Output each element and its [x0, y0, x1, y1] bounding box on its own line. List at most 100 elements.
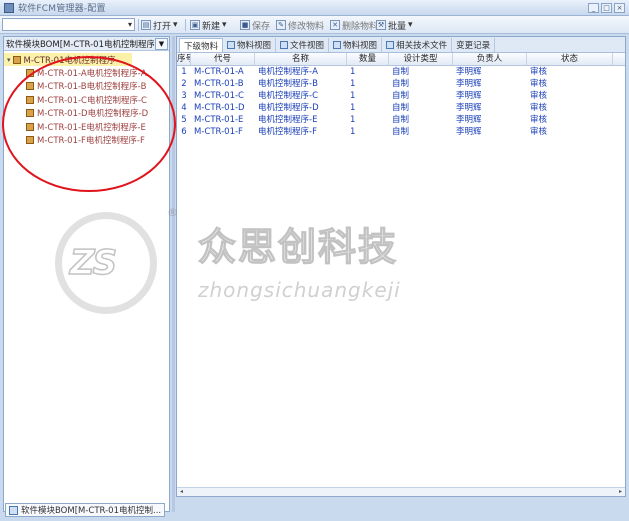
file-icon: [280, 41, 289, 49]
table-cell: 审核: [530, 91, 548, 101]
tab-label: 物料视图: [237, 41, 272, 51]
scroll-right-icon[interactable]: ▸: [616, 488, 625, 496]
part-icon: [26, 136, 34, 145]
table-cell: 2: [181, 79, 187, 89]
tab-change-log[interactable]: 变更记录: [452, 38, 496, 52]
chevron-down-icon[interactable]: ▼: [155, 37, 168, 50]
table-cell: 自制: [392, 115, 410, 125]
table-row[interactable]: 1 M-CTR-01-A 电机控制程序-A 1 自制 李明辉 审核: [177, 66, 625, 78]
tree-child-label: M-CTR-01-A电机控制程序-A: [37, 68, 147, 79]
tree-child-node[interactable]: M-CTR-01-D电机控制程序-D: [4, 107, 169, 121]
close-button[interactable]: ×: [614, 2, 625, 13]
table-cell: 审核: [530, 115, 548, 125]
bom-panel-header: 软件模块BOM[M-CTR-01电机控制程序] ▼: [4, 37, 169, 51]
watermark-registered-mark: ®: [167, 206, 178, 219]
tab-label: 变更记录: [456, 41, 491, 51]
column-header[interactable]: 设计类型: [389, 53, 453, 65]
panel-splitter[interactable]: [172, 36, 175, 512]
delete-material-button[interactable]: ✕ 删除物料: [330, 18, 378, 32]
table-cell: 自制: [392, 127, 410, 137]
toolbar-separator: [138, 19, 139, 31]
horizontal-scrollbar[interactable]: ◂ ▸: [177, 487, 625, 496]
tab-label: 下级物料: [184, 41, 219, 52]
table-cell: M-CTR-01-C: [194, 91, 244, 101]
tab-material-view-2[interactable]: 物料视图: [329, 38, 383, 52]
tab-material-view[interactable]: 物料视图: [223, 38, 277, 52]
table-row[interactable]: 4 M-CTR-01-D 电机控制程序-D 1 自制 李明辉 审核: [177, 102, 625, 114]
table-cell: 1: [350, 115, 356, 125]
modify-material-label: 修改物料: [288, 21, 325, 32]
tab-sub-materials[interactable]: 下级物料: [179, 38, 224, 52]
modify-material-button[interactable]: ✎ 修改物料: [276, 18, 324, 32]
bom-panel-title: 软件模块BOM[M-CTR-01电机控制程序]: [6, 39, 154, 50]
tools-button[interactable]: ⚒ 批量 ▾: [376, 18, 413, 32]
table-cell: 审核: [530, 127, 548, 137]
tree-child-label: M-CTR-01-D电机控制程序-D: [37, 109, 149, 120]
open-button[interactable]: ▤ 打开 ▾: [141, 18, 178, 32]
column-header[interactable]: 序号: [177, 53, 191, 65]
table-cell: 电机控制程序-E: [258, 115, 318, 125]
tools-button-label: 批量: [388, 21, 407, 32]
watermark-logo-letters: ZS: [69, 242, 118, 284]
chevron-down-icon: ▾: [127, 20, 132, 29]
minimize-button[interactable]: _: [588, 2, 599, 13]
table-cell: 审核: [530, 103, 548, 113]
table-cell: 电机控制程序-D: [258, 103, 319, 113]
app-icon: [4, 2, 14, 13]
tab-file-view[interactable]: 文件视图: [276, 38, 330, 52]
tree-child-node[interactable]: M-CTR-01-F电机控制程序-F: [4, 134, 169, 148]
tree-root-node[interactable]: ▾ M-CTR-01电机控制程序: [4, 53, 132, 66]
table-row[interactable]: 6 M-CTR-01-F 电机控制程序-F 1 自制 李明辉 审核: [177, 126, 625, 138]
tree-child-label: M-CTR-01-F电机控制程序-F: [37, 136, 145, 147]
toolbar: ▾ ▤ 打开 ▾ ▣ 新建 ▾ ■ 保存 ✎ 修改物料 ✕ 删除物料 ⚒ 批量 …: [0, 16, 629, 34]
tree-child-label: M-CTR-01-E电机控制程序-E: [37, 122, 146, 133]
table-cell: 电机控制程序-A: [258, 67, 318, 77]
column-header[interactable]: 负责人: [453, 53, 527, 65]
grid-header: 序号 代号 名称 数量 设计类型 负责人 状态: [177, 53, 625, 66]
tree-child-label: M-CTR-01-C电机控制程序-C: [37, 95, 147, 106]
tree-child-label: M-CTR-01-B电机控制程序-B: [37, 82, 147, 93]
view-icon: [227, 41, 236, 49]
table-row[interactable]: 3 M-CTR-01-C 电机控制程序-C 1 自制 李明辉 审核: [177, 90, 625, 102]
document-icon: ▣: [190, 20, 200, 30]
chevron-down-icon: ▾: [408, 20, 413, 30]
table-cell: 李明辉: [456, 79, 482, 89]
table-cell: M-CTR-01-E: [194, 115, 244, 125]
table-cell: M-CTR-01-D: [194, 103, 245, 113]
table-cell: 自制: [392, 103, 410, 113]
bottom-document-tab[interactable]: 软件模块BOM[M-CTR-01电机控制...: [5, 503, 165, 517]
new-button[interactable]: ▣ 新建 ▾: [190, 18, 227, 32]
module-select[interactable]: ▾: [2, 18, 135, 31]
table-cell: M-CTR-01-A: [194, 67, 244, 77]
delete-material-label: 删除物料: [342, 21, 379, 32]
column-header[interactable]: 代号: [191, 53, 255, 65]
tab-related-files[interactable]: 相关技术文件: [382, 38, 453, 52]
tree-child-node[interactable]: M-CTR-01-E电机控制程序-E: [4, 120, 169, 134]
part-icon: [26, 82, 34, 91]
chevron-down-icon: ▾: [222, 20, 227, 30]
title-bar: 软件FCM管理器-配置 _ □ ×: [0, 0, 629, 16]
module-icon: [12, 55, 21, 64]
table-row[interactable]: 5 M-CTR-01-E 电机控制程序-E 1 自制 李明辉 审核: [177, 114, 625, 126]
tree-child-node[interactable]: M-CTR-01-B电机控制程序-B: [4, 80, 169, 94]
column-header[interactable]: 名称: [255, 53, 347, 65]
table-cell: 3: [181, 91, 187, 101]
table-cell: 电机控制程序-B: [258, 79, 318, 89]
column-header[interactable]: 状态: [527, 53, 613, 65]
watermark-title: 众思创科技: [197, 224, 399, 269]
tree-child-node[interactable]: M-CTR-01-A电机控制程序-A: [4, 66, 169, 80]
column-header[interactable]: 数量: [347, 53, 389, 65]
window-controls: _ □ ×: [588, 2, 625, 13]
table-cell: M-CTR-01-F: [194, 127, 243, 137]
tree-child-node[interactable]: M-CTR-01-C电机控制程序-C: [4, 93, 169, 107]
window-title: 软件FCM管理器-配置: [18, 4, 106, 14]
tools-icon: ⚒: [376, 20, 386, 30]
table-row[interactable]: 2 M-CTR-01-B 电机控制程序-B 1 自制 李明辉 审核: [177, 78, 625, 90]
collapse-icon[interactable]: ▾: [7, 56, 11, 64]
folder-icon: ▤: [141, 20, 151, 30]
table-cell: 电机控制程序-C: [258, 91, 319, 101]
save-button[interactable]: ■ 保存: [240, 18, 270, 32]
part-icon: [26, 68, 34, 77]
scroll-left-icon[interactable]: ◂: [177, 488, 186, 496]
maximize-button[interactable]: □: [601, 2, 612, 13]
